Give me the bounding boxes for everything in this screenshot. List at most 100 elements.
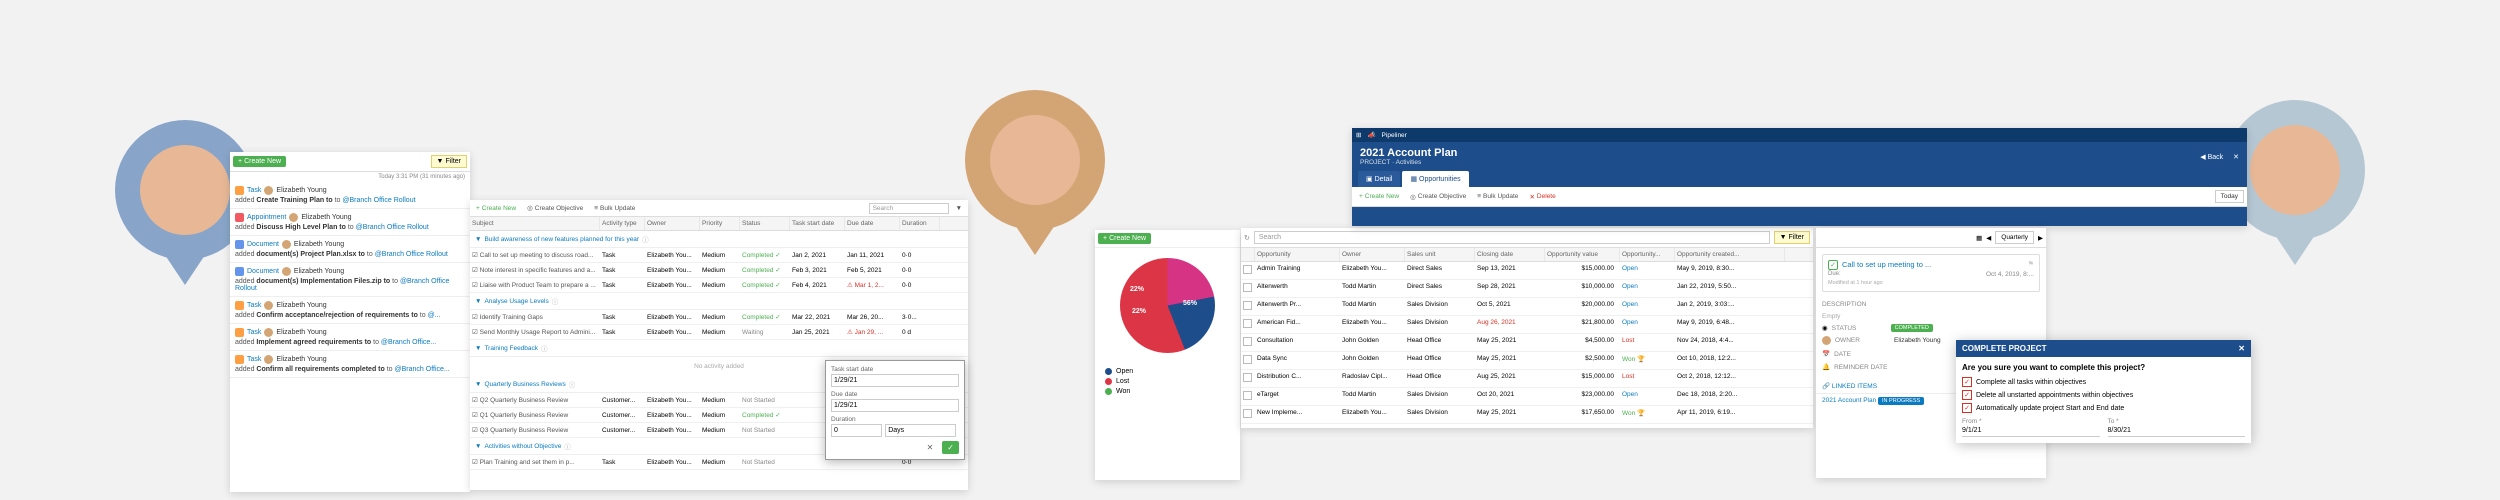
activity-feed-panel: +Create New ▼Filter Today 3:31 PM (31 mi…	[230, 152, 470, 492]
avatar-icon	[264, 328, 273, 337]
col-opp-status[interactable]: Opportunity...	[1620, 248, 1675, 261]
col-closing-date[interactable]: Closing date	[1475, 248, 1545, 261]
feed-item[interactable]: DocumentElizabeth Young added document(s…	[230, 263, 470, 297]
create-new-button[interactable]: +Create New	[233, 156, 286, 167]
table-row[interactable]: Altenwerth Pr...Todd MartinSales Divisio…	[1241, 298, 1813, 316]
timestamp: Today 3:31 PM (31 minutes ago)	[230, 172, 470, 182]
close-icon[interactable]: ✕	[2238, 344, 2245, 353]
table-row[interactable]: ☑ Call to set up meeting to discuss road…	[470, 248, 968, 263]
checkbox[interactable]	[1243, 301, 1252, 310]
table-row[interactable]: Distribution C...Radoslav Cipl...Head Of…	[1241, 370, 1813, 388]
pie-chart-panel: +Create New 22% 22% 56% Open Lost Won	[1095, 230, 1240, 480]
checkbox[interactable]: ✓	[1828, 260, 1838, 270]
bell-icon: 🔔	[1822, 363, 1830, 371]
dialog-option[interactable]: ✓Complete all tasks within objectives	[1962, 377, 2245, 387]
bulk-update-button[interactable]: ≡ Bulk Update	[1473, 191, 1522, 202]
refresh-icon[interactable]: ↻	[1244, 234, 1250, 242]
delete-button[interactable]: ✕ Delete	[1525, 191, 1559, 203]
create-new-button[interactable]: +Create New	[1098, 233, 1151, 244]
create-new-button[interactable]: + Create New	[1355, 191, 1403, 202]
create-objective-button[interactable]: ◎ Create Objective	[1406, 191, 1470, 203]
checkbox[interactable]	[1243, 373, 1252, 382]
opportunity-table-panel: ↻ Search ▼ Filter Opportunity Owner Sale…	[1241, 228, 1813, 428]
col-owner[interactable]: Owner	[1340, 248, 1405, 261]
due-date-input[interactable]: 1/29/21	[831, 399, 959, 412]
checkbox[interactable]	[1243, 391, 1252, 400]
close-icon[interactable]: ✕	[2233, 153, 2239, 161]
breadcrumb: PROJECT · Activities	[1360, 159, 1457, 166]
table-row[interactable]: New Impleme...Elizabeth You...Sales Divi…	[1241, 406, 1813, 424]
feed-item[interactable]: TaskElizabeth Young added Implement agre…	[230, 324, 470, 351]
col-subject[interactable]: Subject	[470, 217, 600, 230]
checkbox[interactable]	[1243, 265, 1252, 274]
col-opp-value[interactable]: Opportunity value	[1545, 248, 1620, 261]
checkbox[interactable]	[1243, 409, 1252, 418]
checkbox[interactable]	[1243, 355, 1252, 364]
nav-next-icon[interactable]: ▶	[2038, 234, 2043, 242]
col-opportunity[interactable]: Opportunity	[1255, 248, 1340, 261]
table-row[interactable]: ☑ Identify Training GapsTaskElizabeth Yo…	[470, 310, 968, 325]
legend-open: Open	[1105, 368, 1230, 375]
feed-item[interactable]: AppointmentElizabeth Young added Discuss…	[230, 209, 470, 236]
ok-button[interactable]: ✓	[942, 441, 959, 454]
feed-item[interactable]: TaskElizabeth Young added Confirm all re…	[230, 351, 470, 378]
table-row[interactable]: ☑ Liaise with Product Team to prepare a …	[470, 278, 968, 293]
col-status[interactable]: Status	[740, 217, 790, 230]
checkbox[interactable]	[1243, 337, 1252, 346]
date-popup: Task start date1/29/21 Due date1/29/21 D…	[825, 360, 965, 460]
app-icon: ⊞	[1356, 131, 1361, 139]
table-row[interactable]: American Fid...Elizabeth You...Sales Div…	[1241, 316, 1813, 334]
bulk-update-button[interactable]: ≡ Bulk Update	[590, 203, 639, 214]
table-row[interactable]: Data SyncJohn GoldenHead Office May 25, …	[1241, 352, 1813, 370]
col-owner[interactable]: Owner	[645, 217, 700, 230]
from-date-input[interactable]: 9/1/21	[1962, 425, 2100, 437]
table-row[interactable]: eTargetTodd MartinSales Division Oct 20,…	[1241, 388, 1813, 406]
back-button[interactable]: ◀ Back	[2200, 153, 2223, 161]
activity-card[interactable]: ⚑ ✓ Call to set up meeting to ... Due: O…	[1822, 254, 2040, 292]
quarterly-button[interactable]: Quarterly	[1995, 231, 2034, 244]
tab-detail[interactable]: ▣ Detail	[1358, 171, 1400, 187]
filter-button[interactable]: ▼ Filter	[1774, 231, 1810, 244]
table-row[interactable]: Admin TrainingElizabeth You...Direct Sal…	[1241, 262, 1813, 280]
col-duration[interactable]: Duration	[900, 217, 940, 230]
filter-button[interactable]: ▼	[952, 203, 966, 214]
feed-item[interactable]: DocumentElizabeth Young added document(s…	[230, 236, 470, 263]
feed-item[interactable]: TaskElizabeth Young added Confirm accept…	[230, 297, 470, 324]
checkbox[interactable]	[1243, 283, 1252, 292]
col-due-date[interactable]: Due date	[845, 217, 900, 230]
col-activity-type[interactable]: Activity type	[600, 217, 645, 230]
col-sales-unit[interactable]: Sales unit	[1405, 248, 1475, 261]
tab-opportunities[interactable]: ▦ Opportunities	[1402, 171, 1468, 187]
table-row[interactable]: AltenwerthTodd MartinDirect Sales Sep 28…	[1241, 280, 1813, 298]
create-new-button[interactable]: + Create New	[472, 203, 520, 214]
view-icon[interactable]: ▦	[1976, 234, 1982, 242]
search-input[interactable]: Search	[869, 203, 949, 214]
create-objective-button[interactable]: ◎ Create Objective	[523, 202, 587, 214]
section-header[interactable]: ▼Training Feedback ⓘ	[470, 340, 968, 357]
search-input[interactable]: Search	[1254, 231, 1770, 244]
section-header[interactable]: ▼Analyse Usage Levels ⓘ	[470, 293, 968, 310]
col-priority[interactable]: Priority	[700, 217, 740, 230]
avatar-icon	[282, 240, 291, 249]
dialog-option[interactable]: ✓Automatically update project Start and …	[1962, 403, 2245, 413]
dialog-option[interactable]: ✓Delete all unstarted appointments withi…	[1962, 390, 2245, 400]
table-row[interactable]: ☑ Note interest in specific features and…	[470, 263, 968, 278]
today-button[interactable]: Today	[2215, 190, 2244, 203]
table-row[interactable]: ☑ Send Monthly Usage Report to Admini...…	[470, 325, 968, 340]
table-row[interactable]: ConsultationJohn GoldenHead Office May 2…	[1241, 334, 1813, 352]
filter-button[interactable]: ▼Filter	[431, 155, 468, 168]
checkbox[interactable]	[1243, 319, 1252, 328]
col-task-start[interactable]: Task start date	[790, 217, 845, 230]
duration-input[interactable]: 0	[831, 424, 882, 437]
section-header[interactable]: ▼Build awareness of new features planned…	[470, 231, 968, 248]
page-title: 2021 Account Plan	[1360, 147, 1457, 159]
feed-item[interactable]: TaskElizabeth Young added Create Trainin…	[230, 182, 470, 209]
cancel-button[interactable]: ✕	[922, 441, 939, 454]
complete-project-dialog: COMPLETE PROJECT✕ Are you sure you want …	[1956, 340, 2251, 443]
to-date-input[interactable]: 8/30/21	[2108, 425, 2246, 437]
col-opp-created[interactable]: Opportunity created...	[1675, 248, 1785, 261]
task-start-input[interactable]: 1/29/21	[831, 374, 959, 387]
task-icon	[235, 186, 244, 195]
duration-unit[interactable]: Days	[885, 424, 955, 437]
nav-prev-icon[interactable]: ◀	[1986, 234, 1991, 242]
